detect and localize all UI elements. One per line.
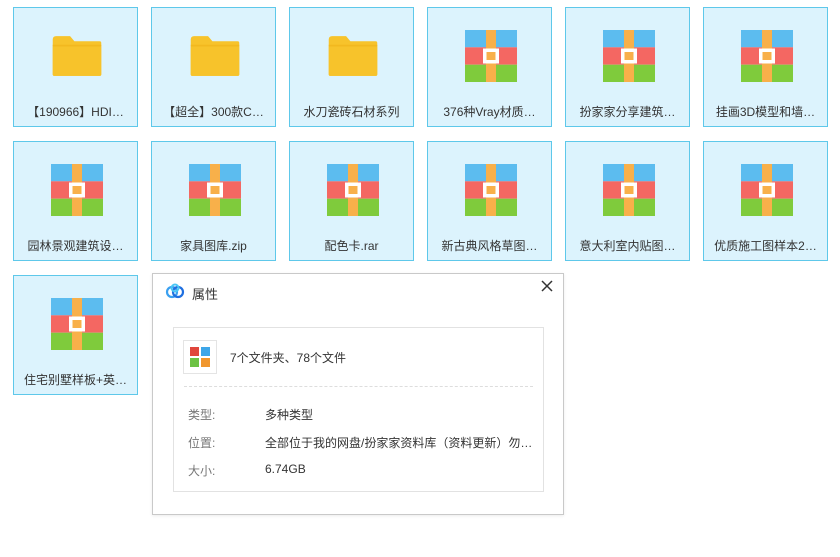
archive-icon: [603, 30, 655, 82]
folder-icon: [52, 36, 102, 76]
archive-file-item[interactable]: 新古典风格草图…: [427, 141, 552, 261]
archive-icon: [51, 164, 103, 216]
archive-icon: [741, 30, 793, 82]
folder-item[interactable]: 水刀瓷砖石材系列: [289, 7, 414, 127]
archive-icon: [189, 164, 241, 216]
properties-panel: 7个文件夹、78个文件 类型: 多种类型 位置: 全部位于我的网盘/扮家家资料库…: [173, 327, 544, 492]
archive-file-item[interactable]: 挂画3D模型和墙…: [703, 7, 828, 127]
item-label: 园林景观建筑设…: [27, 239, 124, 253]
divider: [184, 386, 533, 387]
item-label: 新古典风格草图…: [441, 239, 538, 253]
archive-icon: [465, 164, 517, 216]
archive-file-item[interactable]: 园林景观建筑设…: [13, 141, 138, 261]
archive-icon: [51, 298, 103, 350]
archive-icon: [465, 30, 517, 82]
item-label: 配色卡.rar: [324, 239, 379, 253]
archive-file-item[interactable]: 376种Vray材质…: [427, 7, 552, 127]
folder-icon: [190, 36, 240, 76]
properties-dialog: 属性 7个文件夹、78个文件 类型: 多种类型 位置: 全部位于我的网盘/扮家家…: [152, 273, 564, 515]
archive-file-item[interactable]: 配色卡.rar: [289, 141, 414, 261]
location-label: 位置:: [188, 436, 216, 450]
archive-file-item[interactable]: 扮家家分享建筑…: [565, 7, 690, 127]
close-icon[interactable]: [539, 278, 555, 294]
archive-icon: [603, 164, 655, 216]
folder-icon: [328, 36, 378, 76]
size-value: 6.74GB: [265, 462, 306, 476]
item-label: 优质施工图样本2…: [714, 239, 817, 253]
size-label: 大小:: [188, 464, 216, 478]
item-label: 376种Vray材质…: [443, 105, 536, 119]
archive-file-item[interactable]: 意大利室内贴图…: [565, 141, 690, 261]
item-label: 【超全】300款C…: [163, 105, 264, 119]
dialog-title: 属性: [192, 287, 219, 302]
item-label: 扮家家分享建筑…: [579, 105, 676, 119]
item-label: 意大利室内贴图…: [579, 239, 676, 253]
item-label: 水刀瓷砖石材系列: [303, 105, 400, 119]
type-label: 类型:: [188, 408, 216, 422]
archive-file-item[interactable]: 家具图库.zip: [151, 141, 276, 261]
item-label: 挂画3D模型和墙…: [715, 105, 816, 119]
archive-icon: [327, 164, 379, 216]
type-value: 多种类型: [265, 408, 314, 422]
item-label: 【190966】HDI…: [27, 105, 124, 119]
archive-icon: [741, 164, 793, 216]
baidu-netdisk-cloud-icon: [165, 283, 185, 299]
multi-type-files-icon: [183, 340, 217, 374]
archive-file-item[interactable]: 优质施工图样本2…: [703, 141, 828, 261]
item-label: 住宅别墅样板+英…: [23, 373, 127, 387]
summary-text: 7个文件夹、78个文件: [230, 351, 347, 365]
location-value: 全部位于我的网盘/扮家家资料库（资料更新）勿…: [265, 436, 533, 450]
folder-item[interactable]: 【190966】HDI…: [13, 7, 138, 127]
folder-item[interactable]: 【超全】300款C…: [151, 7, 276, 127]
archive-file-item[interactable]: 住宅别墅样板+英…: [13, 275, 138, 395]
item-label: 家具图库.zip: [180, 239, 247, 253]
